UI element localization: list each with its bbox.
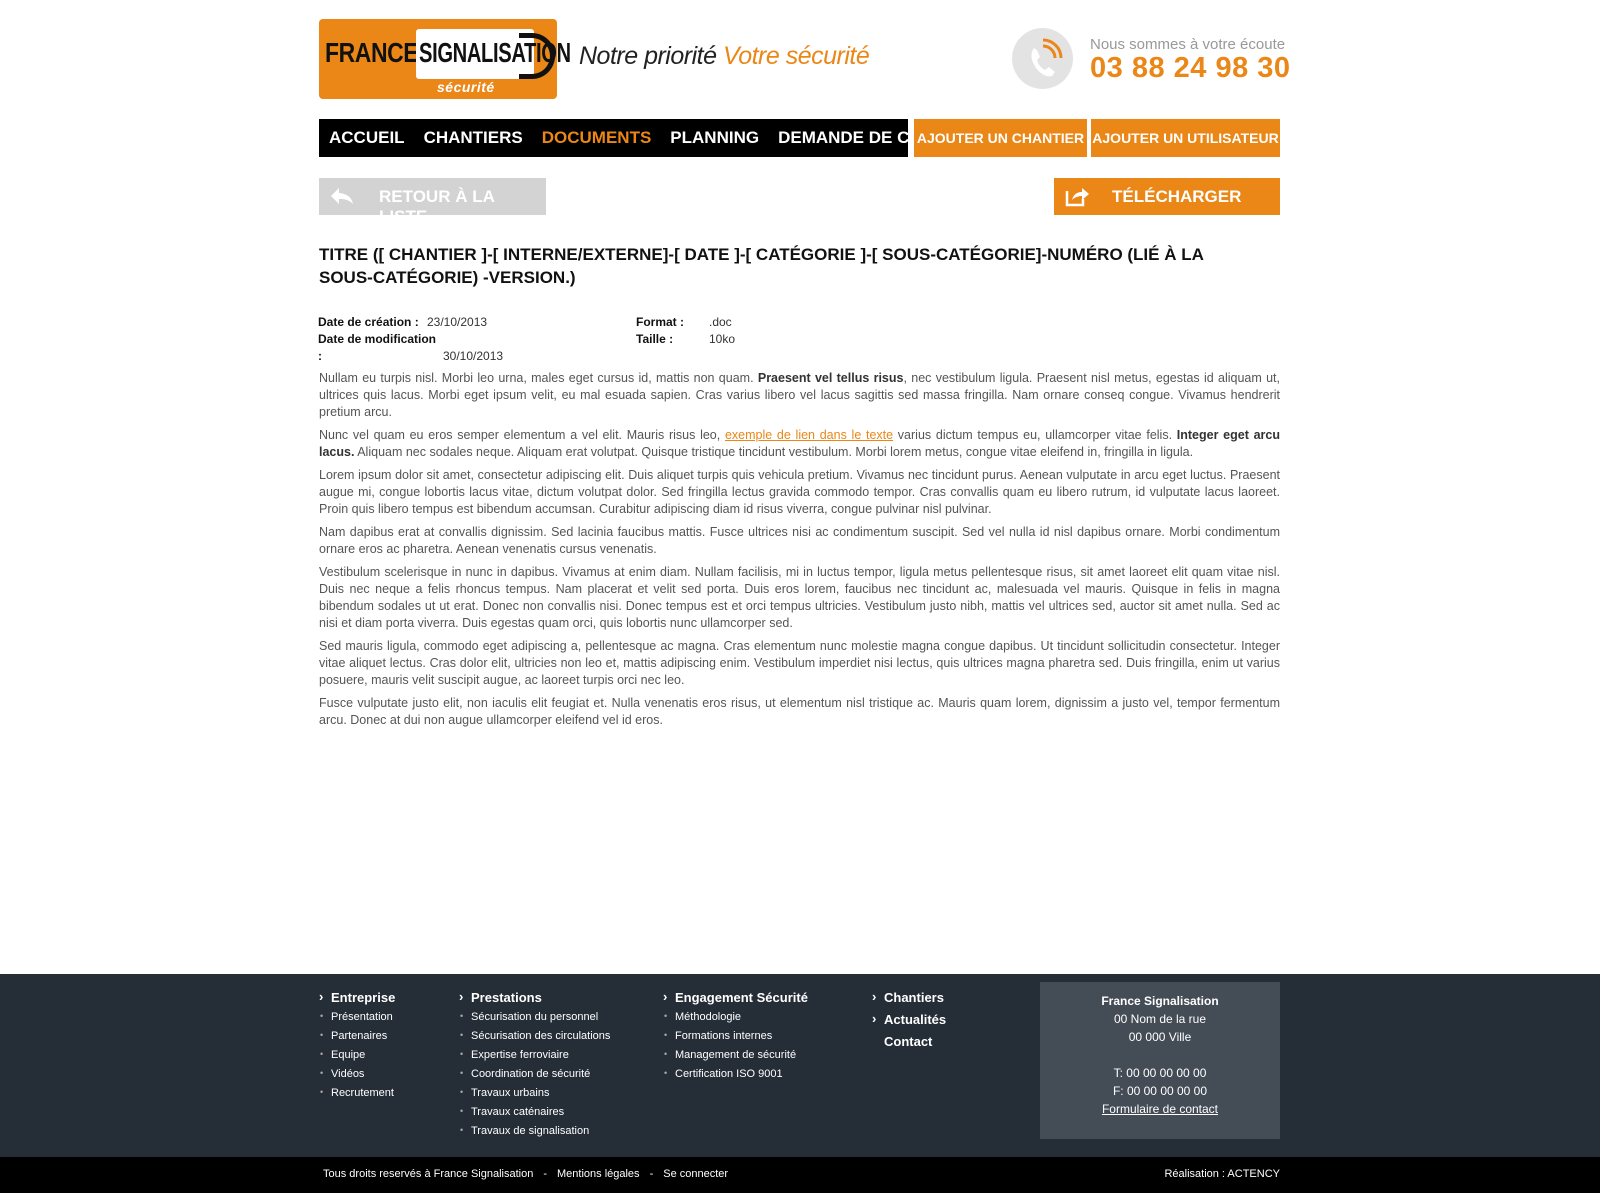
add-site-button[interactable]: AJOUTER UN CHANTIER (914, 119, 1087, 157)
footer-col-entreprise: Entreprise Présentation Partenaires Equi… (319, 989, 395, 1106)
footer-link[interactable]: Recrutement (319, 1087, 395, 1106)
nav-item-planning[interactable]: PLANNING (670, 128, 759, 148)
tagline-part2: Votre sécurité (722, 42, 870, 70)
footer-heading[interactable]: Engagement Sécurité (663, 989, 808, 1005)
contact-form-link[interactable]: Formulaire de contact (1040, 1100, 1280, 1118)
phone-number[interactable]: 03 88 24 98 30 (1090, 52, 1291, 85)
created-value: 23/10/2013 (427, 315, 488, 329)
created-label: Date de création : (318, 315, 419, 329)
footer-heading[interactable]: Entreprise (319, 989, 395, 1005)
footer-link[interactable]: Travaux de signalisation (459, 1125, 610, 1144)
paragraph: Nunc vel quam eu eros semper elementum a… (319, 428, 1280, 459)
document-title: TITRE ([ CHANTIER ]-[ INTERNE/EXTERNE]-[… (319, 245, 1204, 287)
add-user-button[interactable]: AJOUTER UN UTILISATEUR (1091, 119, 1280, 157)
contact-city: 00 000 Ville (1128, 1030, 1192, 1044)
footer-heading-actualites[interactable]: Actualités (872, 1011, 946, 1027)
footer-col-misc: Chantiers Actualités Contact (872, 989, 946, 1055)
footer-link[interactable]: Partenaires (319, 1030, 395, 1049)
legal-link[interactable]: Mentions légales (557, 1168, 640, 1180)
footer-link[interactable]: Méthodologie (663, 1011, 808, 1030)
paragraph: Vestibulum scelerisque in nunc in dapibu… (319, 565, 1280, 630)
format-label: Format : (636, 315, 684, 329)
paragraph: Fusce vulputate justo elit, non iaculis … (319, 696, 1280, 727)
meta-dates: Date de création : 23/10/2013 Date de mod… (318, 314, 503, 365)
footer-link[interactable]: Sécurisation des circulations (459, 1030, 610, 1049)
meta-file: Format : .doc Taille : 10ko (636, 314, 735, 348)
contact-tel: T: 00 00 00 00 00 (1113, 1066, 1207, 1080)
contact-street: 00 Nom de la rue (1113, 1012, 1207, 1026)
footer-heading[interactable]: Prestations (459, 989, 610, 1005)
contact-fax: F: 00 00 00 00 00 (1112, 1084, 1208, 1098)
reply-arrow-icon (329, 186, 355, 211)
credit[interactable]: Réalisation : ACTENCY (1164, 1168, 1280, 1180)
tagline: Notre priorité Votre sécurité (579, 42, 870, 71)
logo-text-signalisation: SIGNALISATION (419, 37, 571, 68)
listen-label: Nous sommes à votre écoute (1090, 36, 1286, 53)
footer-col-engagement: Engagement Sécurité Méthodologie Formati… (663, 989, 808, 1087)
size-label: Taille : (636, 332, 674, 346)
footer-link[interactable]: Expertise ferroviaire (459, 1049, 610, 1068)
nav-item-documents[interactable]: DOCUMENTS (542, 128, 652, 148)
footer-link[interactable]: Equipe (319, 1049, 395, 1068)
footer-link[interactable]: Vidéos (319, 1068, 395, 1087)
paragraph: Lorem ipsum dolor sit amet, consectetur … (319, 468, 1280, 516)
size-value: 10ko (709, 332, 736, 346)
back-to-list-label: RETOUR À LA LISTE (379, 187, 495, 226)
logo[interactable]: FRANCE SIGNALISATION sécurité (319, 19, 571, 99)
tagline-part1: Notre priorité (579, 42, 723, 70)
login-link[interactable]: Se connecter (663, 1168, 728, 1180)
logo-text-france: FRANCE (325, 37, 419, 68)
logo-text-securite: sécurité (437, 79, 495, 95)
bottom-bar: Tous droits reservés à France Signalisat… (0, 1157, 1600, 1193)
inline-link[interactable]: exemple de lien dans le texte (725, 428, 893, 442)
share-icon (1064, 184, 1090, 213)
footer-link[interactable]: Coordination de sécurité (459, 1068, 610, 1087)
footer-link[interactable]: Certification ISO 9001 (663, 1068, 808, 1087)
phone-icon (1012, 28, 1073, 89)
document-body: Nullam eu turpis nisl. Morbi leo urna, m… (319, 370, 1280, 735)
nav-item-chantiers[interactable]: CHANTIERS (424, 128, 523, 148)
footer-heading-chantiers[interactable]: Chantiers (872, 989, 946, 1005)
footer-link[interactable]: Présentation (319, 1011, 395, 1030)
contact-company: France Signalisation (1101, 994, 1219, 1008)
nav-item-accueil[interactable]: ACCUEIL (329, 128, 405, 148)
footer-link[interactable]: Management de sécurité (663, 1049, 808, 1068)
modified-value: 30/10/2013 (443, 349, 504, 363)
footer-link[interactable]: Travaux urbains (459, 1087, 610, 1106)
modified-label: Date de modification : (318, 332, 437, 363)
format-value: .doc (709, 315, 732, 329)
paragraph: Nam dapibus erat at convallis dignissim.… (319, 525, 1280, 556)
footer-heading-contact[interactable]: Contact (872, 1034, 946, 1049)
bottom-links: Tous droits reservés à France Signalisat… (323, 1168, 729, 1180)
back-to-list-button[interactable]: RETOUR À LA LISTE (319, 178, 546, 226)
footer-col-prestations: Prestations Sécurisation du personnel Sé… (459, 989, 610, 1144)
download-button[interactable]: TÉLÉCHARGER (1054, 178, 1280, 215)
copyright: Tous droits reservés à France Signalisat… (323, 1168, 534, 1180)
footer-link[interactable]: Formations internes (663, 1030, 808, 1049)
footer-link[interactable]: Sécurisation du personnel (459, 1011, 610, 1030)
paragraph: Sed mauris ligula, commodo eget adipisci… (319, 639, 1280, 687)
download-label: TÉLÉCHARGER (1112, 187, 1242, 206)
main-nav: ACCUEIL CHANTIERS DOCUMENTS PLANNING DEM… (319, 119, 959, 157)
footer-link[interactable]: Travaux caténaires (459, 1106, 610, 1125)
paragraph: Nullam eu turpis nisl. Morbi leo urna, m… (319, 371, 1280, 419)
contact-box: France Signalisation 00 Nom de la rue 00… (1040, 982, 1280, 1139)
